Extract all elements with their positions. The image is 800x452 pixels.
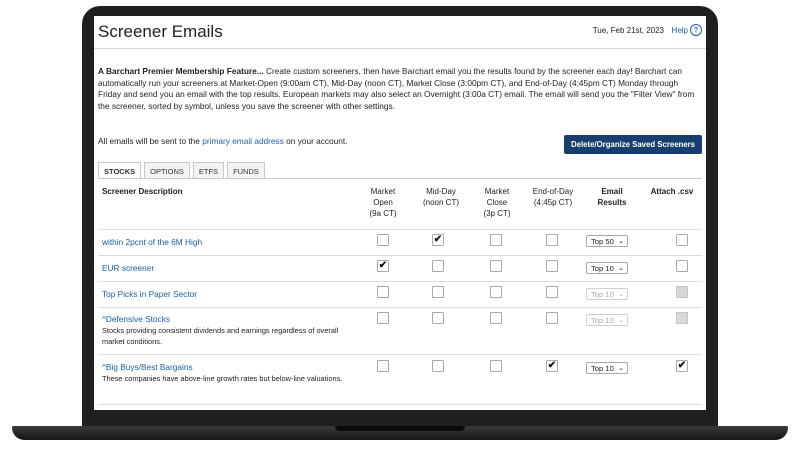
tab-etfs[interactable]: ETFS — [192, 162, 225, 179]
checkbox-end-of-day[interactable] — [546, 286, 558, 298]
screener-description: These companies have above-line growth r… — [102, 374, 343, 383]
laptop-notch — [335, 426, 465, 431]
col-email-results-line2: Results — [597, 198, 627, 207]
checkbox-attach-csv — [676, 312, 688, 324]
tab-divider — [98, 178, 702, 179]
asset-tabs: STOCKS OPTIONS ETFS FUNDS — [98, 162, 265, 179]
checkbox-market-close[interactable] — [490, 260, 502, 272]
screener-name[interactable]: Top Picks in Paper Sector — [102, 289, 197, 299]
checkbox-market-open[interactable] — [377, 360, 389, 372]
row-divider — [98, 229, 702, 230]
checkbox-market-open[interactable] — [377, 234, 389, 246]
col-email-results: Email Results — [588, 186, 636, 208]
col-market-close-line3: (3p CT) — [483, 209, 511, 218]
checkbox-market-open[interactable] — [377, 312, 389, 324]
col-market-open-line1: Market — [370, 187, 396, 196]
help-icon: ? — [690, 24, 702, 36]
col-mid-day: Mid-Day (noon CT) — [412, 186, 470, 208]
chevron-down-icon: ⌄ — [618, 265, 624, 272]
results-value: Top 10 — [591, 290, 614, 299]
col-market-close-line1: Market — [484, 187, 510, 196]
checkbox-attach-csv[interactable] — [676, 234, 688, 246]
row-divider — [98, 404, 702, 405]
results-select: Top 10 ⌄ — [586, 314, 628, 326]
chevron-down-icon: ⌄ — [618, 365, 624, 372]
checkbox-market-open[interactable] — [377, 286, 389, 298]
checkbox-end-of-day[interactable] — [546, 312, 558, 324]
screener-name[interactable]: ^Defensive Stocks — [102, 314, 170, 324]
checkbox-attach-csv — [676, 286, 688, 298]
delete-organize-button[interactable]: Delete/Organize Saved Screeners — [564, 135, 702, 154]
col-end-of-day-line1: End-of-Day — [532, 187, 574, 196]
row-divider — [98, 354, 702, 355]
row-divider — [98, 307, 702, 308]
checkbox-attach-csv[interactable] — [676, 260, 688, 272]
checkbox-market-close[interactable] — [490, 286, 502, 298]
chevron-down-icon: ⌄ — [618, 238, 624, 245]
tab-options[interactable]: OPTIONS — [144, 162, 190, 179]
tab-stocks[interactable]: STOCKS — [98, 162, 142, 179]
checkbox-market-open[interactable]: ✔ — [377, 260, 389, 272]
title-divider — [94, 48, 706, 49]
screener-name[interactable]: ^Big Buys/Best Bargains — [102, 362, 193, 372]
col-email-results-line1: Email — [601, 187, 623, 196]
results-value: Top 10 — [591, 364, 614, 373]
results-select[interactable]: Top 50 ⌄ — [586, 235, 628, 247]
screen: Screener Emails Tue, Feb 21st, 2023 Help… — [94, 16, 706, 410]
screener-description: Stocks providing consistent dividends an… — [102, 326, 339, 346]
checkbox-attach-csv[interactable]: ✔ — [676, 360, 688, 372]
results-value: Top 50 — [591, 237, 614, 246]
col-market-open-line3: (9a CT) — [369, 209, 397, 218]
checkbox-mid-day[interactable] — [432, 286, 444, 298]
primary-email-link[interactable]: primary email address — [202, 136, 284, 146]
checkbox-market-close[interactable] — [490, 312, 502, 324]
checkbox-mid-day[interactable] — [432, 260, 444, 272]
checkbox-mid-day[interactable] — [432, 360, 444, 372]
col-market-open-line2: Open — [373, 198, 393, 207]
intro-text: A Barchart Premier Membership Feature...… — [98, 66, 700, 112]
checkbox-mid-day[interactable]: ✔ — [432, 234, 444, 246]
help-link[interactable]: Help ? — [672, 24, 702, 36]
checkbox-market-close[interactable] — [490, 360, 502, 372]
col-end-of-day: End-of-Day (4:45p CT) — [524, 186, 582, 208]
col-market-close: Market Close (3p CT) — [472, 186, 522, 219]
results-select[interactable]: Top 10 ⌄ — [586, 262, 628, 274]
col-attach-csv: Attach .csv — [650, 187, 694, 196]
chevron-down-icon: ⌄ — [618, 291, 624, 298]
tab-funds[interactable]: FUNDS — [227, 162, 265, 179]
page-title: Screener Emails — [98, 22, 223, 41]
screener-name[interactable]: EUR screener — [102, 263, 154, 273]
checkbox-end-of-day[interactable] — [546, 260, 558, 272]
screener-name[interactable]: within 2pcnt of the 6M High — [102, 237, 202, 247]
notice-suffix: on your account. — [286, 136, 348, 146]
checkbox-end-of-day[interactable] — [546, 234, 558, 246]
results-value: Top 10 — [591, 264, 614, 273]
col-market-open: Market Open (9a CT) — [358, 186, 408, 219]
col-mid-day-line1: Mid-Day — [426, 187, 456, 196]
checkbox-market-close[interactable] — [490, 234, 502, 246]
results-value: Top 10 — [591, 316, 614, 325]
row-divider — [98, 255, 702, 256]
checkbox-mid-day[interactable] — [432, 312, 444, 324]
email-notice: All emails will be sent to the primary e… — [98, 136, 348, 146]
col-end-of-day-line2: (4:45p CT) — [533, 198, 573, 207]
help-label: Help — [671, 25, 688, 35]
col-mid-day-line2: (noon CT) — [422, 198, 459, 207]
col-description: Screener Description — [102, 187, 183, 196]
date-label: Tue, Feb 21st, 2023 — [592, 26, 664, 35]
results-select[interactable]: Top 10 ⌄ — [586, 362, 628, 374]
feature-label: A Barchart Premier Membership Feature... — [98, 66, 264, 76]
checkbox-end-of-day[interactable]: ✔ — [546, 360, 558, 372]
notice-prefix: All emails will be sent to the — [98, 136, 200, 146]
chevron-down-icon: ⌄ — [618, 317, 624, 324]
row-divider — [98, 281, 702, 282]
results-select: Top 10 ⌄ — [586, 288, 628, 300]
col-market-close-line2: Close — [486, 198, 508, 207]
